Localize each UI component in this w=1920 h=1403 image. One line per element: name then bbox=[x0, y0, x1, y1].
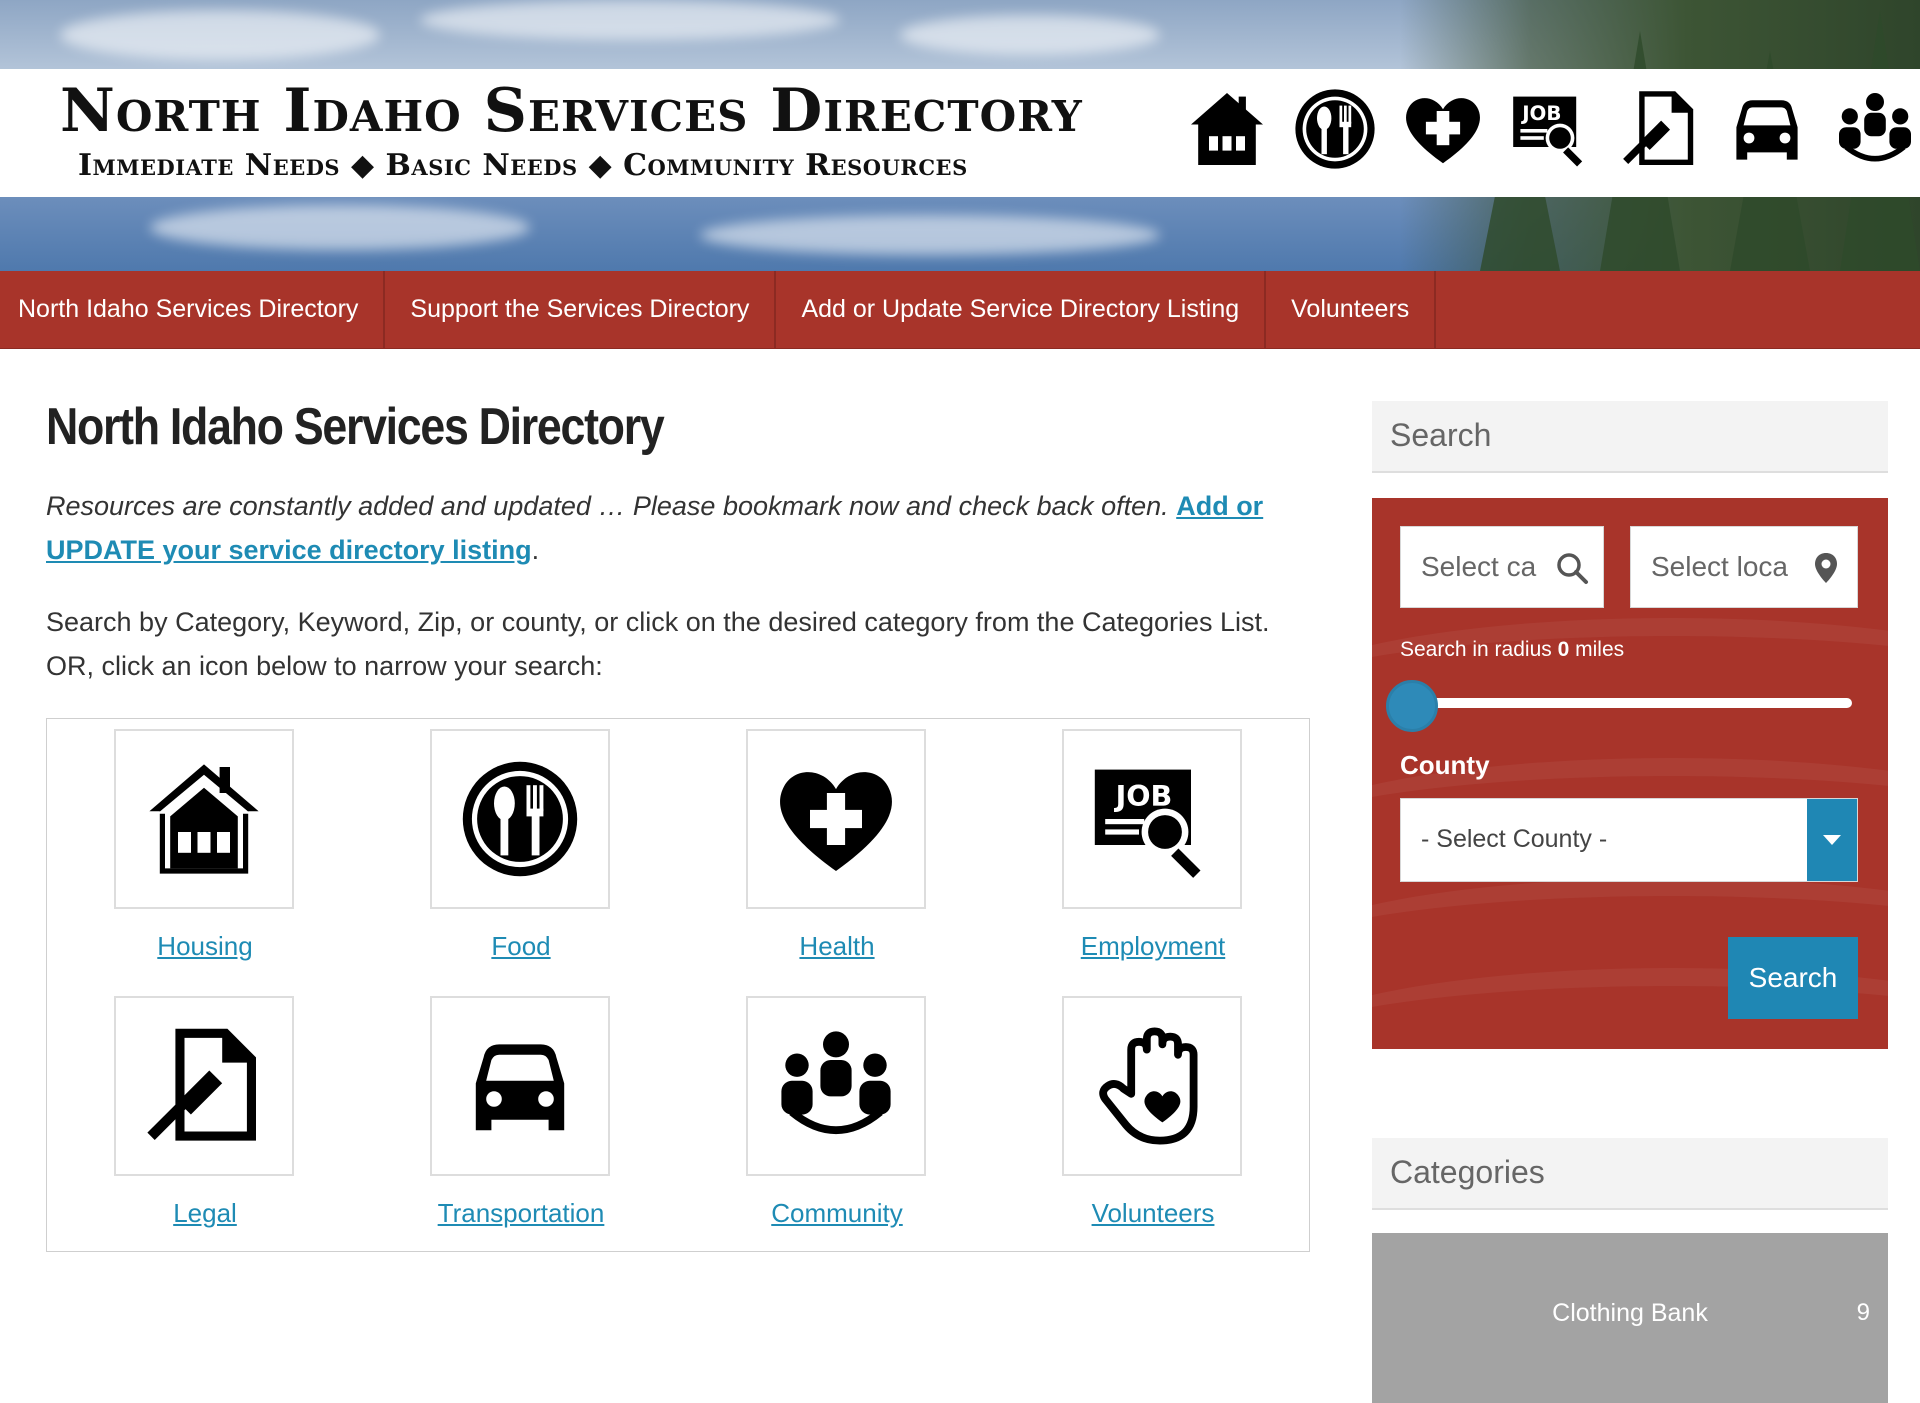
housing-icon-button[interactable] bbox=[114, 729, 294, 909]
radius-label: Search in radius 0 miles bbox=[1400, 638, 1624, 662]
radius-slider-track[interactable] bbox=[1412, 698, 1852, 708]
main-navigation: North Idaho Services Directory Support t… bbox=[0, 271, 1920, 349]
svg-text:JOB: JOB bbox=[1114, 779, 1173, 813]
category-search-placeholder: Select ca bbox=[1421, 551, 1537, 582]
radius-label-prefix: Search in radius bbox=[1400, 638, 1558, 661]
svg-text:JOB: JOB bbox=[1520, 102, 1561, 125]
categories-widget-title: Categories bbox=[1372, 1138, 1888, 1210]
nav-item-add-update-listing[interactable]: Add or Update Service Directory Listing bbox=[776, 271, 1267, 348]
food-icon-button[interactable] bbox=[430, 729, 610, 909]
tile-legal: Legal bbox=[47, 986, 363, 1253]
tile-transportation: Transportation bbox=[363, 986, 679, 1253]
search-hint: Search by Category, Keyword, Zip, or cou… bbox=[46, 600, 1310, 688]
county-select[interactable]: - Select County - bbox=[1400, 798, 1858, 882]
heart-cross-icon bbox=[780, 772, 892, 871]
health-icon-button[interactable] bbox=[746, 729, 926, 909]
job-search-icon: JOB bbox=[1094, 769, 1201, 878]
category-count: 9 bbox=[1856, 1299, 1870, 1326]
employment-link[interactable]: Employment bbox=[995, 931, 1311, 962]
tile-community: Community bbox=[679, 986, 995, 1253]
intro-paragraph: Resources are constantly added and updat… bbox=[46, 484, 1310, 572]
county-dropdown-toggle[interactable] bbox=[1807, 799, 1857, 881]
community-icon-button[interactable] bbox=[746, 996, 926, 1176]
community-group-icon bbox=[1830, 84, 1920, 174]
county-selected-value: - Select County - bbox=[1421, 825, 1608, 853]
tile-food: Food bbox=[363, 719, 679, 986]
nav-item-volunteers[interactable]: Volunteers bbox=[1266, 271, 1437, 348]
map-pin-icon bbox=[1815, 553, 1837, 583]
radius-slider-handle[interactable] bbox=[1386, 680, 1438, 732]
search-hint-line-1: Search by Category, Keyword, Zip, or cou… bbox=[46, 607, 1270, 637]
site-logo-title[interactable]: North Idaho Services Directory bbox=[60, 76, 1083, 146]
food-link[interactable]: Food bbox=[363, 931, 679, 962]
legal-document-icon bbox=[147, 1028, 256, 1141]
plate-utensils-icon bbox=[462, 761, 578, 877]
health-link[interactable]: Health bbox=[679, 931, 995, 962]
housing-link[interactable]: Housing bbox=[47, 931, 363, 962]
county-label: County bbox=[1400, 750, 1490, 780]
category-search-input[interactable]: Select ca bbox=[1400, 526, 1604, 608]
header-icon-row: JOB bbox=[1182, 84, 1920, 174]
tile-housing: Housing bbox=[47, 719, 363, 986]
transportation-link[interactable]: Transportation bbox=[363, 1198, 679, 1229]
location-search-placeholder: Select loca bbox=[1651, 551, 1788, 582]
sidebar: Search Select ca Select loca Search in r… bbox=[1372, 401, 1888, 1403]
tile-employment: JOB Employment bbox=[995, 719, 1311, 986]
radius-label-suffix: miles bbox=[1569, 638, 1625, 661]
category-item-clothing-bank[interactable]: Clothing Bank 9 bbox=[1372, 1233, 1888, 1403]
job-search-icon: JOB bbox=[1506, 84, 1596, 174]
nav-item-home[interactable]: North Idaho Services Directory bbox=[0, 271, 386, 348]
location-search-input[interactable]: Select loca bbox=[1630, 526, 1858, 608]
tile-volunteers: Volunteers bbox=[995, 986, 1311, 1253]
intro-end: . bbox=[531, 535, 540, 565]
page-title: North Idaho Services Directory bbox=[46, 398, 665, 456]
volunteers-link[interactable]: Volunteers bbox=[995, 1198, 1311, 1229]
heart-cross-icon bbox=[1398, 84, 1488, 174]
tile-health: Health bbox=[679, 719, 995, 986]
legal-link[interactable]: Legal bbox=[47, 1198, 363, 1229]
search-button[interactable]: Search bbox=[1728, 937, 1858, 1019]
intro-text: Resources are constantly added and updat… bbox=[46, 491, 1177, 521]
site-tagline: Immediate Needs ◆ Basic Needs ◆ Communit… bbox=[78, 148, 968, 183]
helping-hand-icon bbox=[1099, 1027, 1198, 1145]
legal-icon-button[interactable] bbox=[114, 996, 294, 1176]
nav-item-support[interactable]: Support the Services Directory bbox=[385, 271, 777, 348]
search-panel: Select ca Select loca Search in radius 0… bbox=[1372, 498, 1888, 1049]
car-icon bbox=[475, 1044, 565, 1131]
transportation-icon-button[interactable] bbox=[430, 996, 610, 1176]
search-icon bbox=[1557, 553, 1588, 584]
category-name: Clothing Bank bbox=[1552, 1299, 1708, 1327]
caret-down-icon bbox=[1823, 835, 1841, 845]
legal-document-icon bbox=[1614, 84, 1704, 174]
community-link[interactable]: Community bbox=[679, 1198, 995, 1229]
plate-utensils-icon bbox=[1290, 84, 1380, 174]
car-icon bbox=[1722, 84, 1812, 174]
category-icon-grid: Housing Food Health JOB Employment Legal… bbox=[46, 718, 1310, 1252]
community-group-icon bbox=[781, 1031, 891, 1134]
house-icon bbox=[149, 764, 259, 874]
radius-value: 0 bbox=[1557, 638, 1570, 661]
search-hint-line-2: OR, click an icon below to narrow your s… bbox=[46, 651, 603, 681]
employment-icon-button[interactable]: JOB bbox=[1062, 729, 1242, 909]
house-icon bbox=[1182, 84, 1272, 174]
volunteers-icon-button[interactable] bbox=[1062, 996, 1242, 1176]
search-widget-title: Search bbox=[1372, 401, 1888, 473]
